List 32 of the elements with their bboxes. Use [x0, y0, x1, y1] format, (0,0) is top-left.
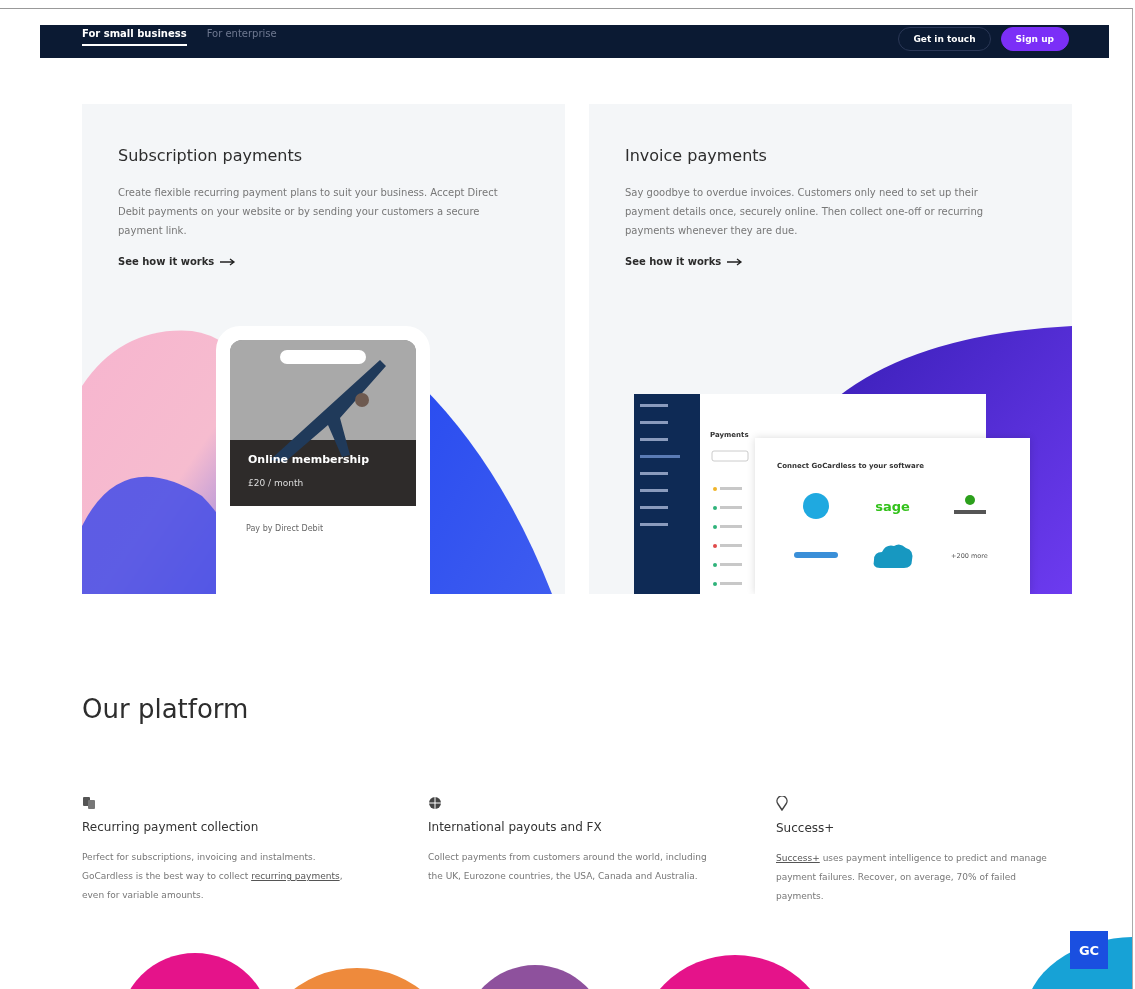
wordmark-logo-icon: [793, 552, 838, 560]
feature-title: Recurring payment collection: [82, 820, 259, 834]
location-pin-icon: [776, 796, 788, 811]
coins-icon: [82, 796, 96, 810]
arrow-right-icon: [220, 257, 237, 266]
cloud-logo-icon: [871, 542, 914, 570]
feature-link[interactable]: Success+: [776, 853, 820, 863]
card-title: Invoice payments: [625, 146, 768, 165]
chat-badge[interactable]: GC: [1070, 931, 1108, 969]
nav-tab[interactable]: For enterprise: [206, 25, 277, 58]
logo-text: sage: [875, 498, 910, 514]
sign-up-button[interactable]: Sign up: [1000, 26, 1069, 51]
see-how-link[interactable]: See how it works: [118, 256, 237, 267]
circle-logo-icon: [801, 492, 830, 520]
nav-tab[interactable]: For small business: [82, 25, 187, 46]
card-description: Create flexible recurring payment plans to suit your business. Accept Direct Debit payments on your website or by sending your customers a secure payment link.: [118, 186, 499, 238]
card-title: Subscription payments: [118, 146, 304, 165]
section-heading: Our platform: [82, 694, 250, 724]
membership-price: £20 / month: [248, 478, 305, 488]
feature-title: Success+: [776, 821, 835, 835]
card-description: Say goodbye to overdue invoices. Customers only need to set up their payment details once, securely online. Then collect one-off or recurring payments whenever they are due.: [625, 186, 985, 238]
feature-title: International payouts and FX: [428, 820, 602, 834]
feature-description: Success+ uses payment intelligence to predict and manage payment failures. Recover, on average, 70% of failed payments.: [776, 852, 1048, 903]
contact-button[interactable]: Get in touch: [898, 26, 991, 51]
membership-title: Online membership: [248, 453, 369, 466]
feature-description: Perfect for subscriptions, invoicing and instalments. GoCardless is the best way to collect recurring payments, even for variable amounts.: [82, 851, 344, 902]
feature-link[interactable]: recurring payments: [251, 871, 340, 881]
arrow-right-icon: [727, 257, 744, 266]
payment-method-label: Pay by Direct Debit: [246, 524, 323, 533]
feature-description: Collect payments from customers around the world, including the UK, Eurozone countries, the USA, Canada and Australia.: [428, 851, 708, 883]
see-how-link[interactable]: See how it works: [625, 256, 744, 267]
globe-icon: [428, 796, 442, 810]
